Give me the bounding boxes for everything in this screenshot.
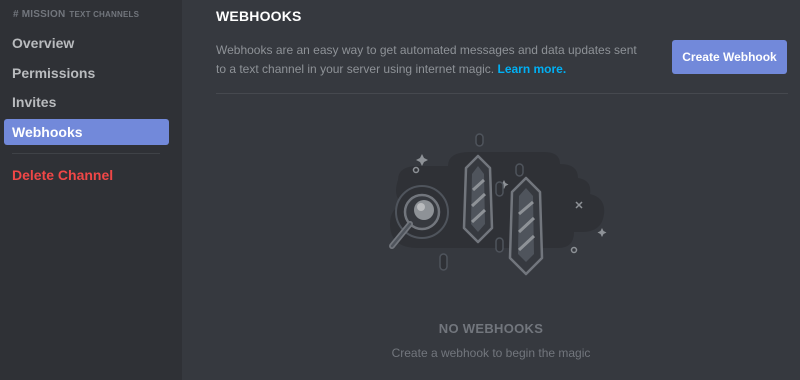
sidebar-channel-header: # MISSION TEXT CHANNELS bbox=[4, 0, 170, 30]
sidebar-divider bbox=[12, 152, 160, 154]
sidebar-item-webhooks[interactable]: Webhooks bbox=[4, 118, 169, 145]
sidebar-item-overview[interactable]: Overview bbox=[4, 30, 169, 56]
empty-state-title: NO WEBHOOKS bbox=[438, 321, 544, 336]
sidebar-item-permissions[interactable]: Permissions bbox=[4, 60, 169, 86]
webhooks-description: Webhooks are an easy way to get automate… bbox=[216, 41, 646, 79]
settings-window: # MISSION TEXT CHANNELS Overview Permiss… bbox=[0, 0, 800, 380]
sidebar-item-invites[interactable]: Invites bbox=[4, 89, 169, 115]
create-webhook-button[interactable]: Create Webhook bbox=[672, 40, 787, 74]
delete-channel-button[interactable]: Delete Channel bbox=[4, 162, 169, 188]
empty-state-subtitle: Create a webhook to begin the magic bbox=[391, 346, 591, 360]
channel-hash-icon: # bbox=[13, 9, 19, 20]
channel-category: TEXT CHANNELS bbox=[69, 10, 140, 19]
section-divider bbox=[216, 93, 788, 94]
magnifier-crystals-illustration bbox=[389, 133, 607, 276]
channel-name: MISSION bbox=[21, 9, 66, 20]
learn-more-link[interactable]: Learn more. bbox=[498, 62, 567, 76]
webhooks-panel: WEBHOOKS Webhooks are an easy way to get… bbox=[182, 0, 800, 380]
description-text: Webhooks are an easy way to get automate… bbox=[216, 43, 637, 76]
settings-sidebar: # MISSION TEXT CHANNELS Overview Permiss… bbox=[0, 0, 182, 380]
page-title: WEBHOOKS bbox=[216, 8, 302, 24]
